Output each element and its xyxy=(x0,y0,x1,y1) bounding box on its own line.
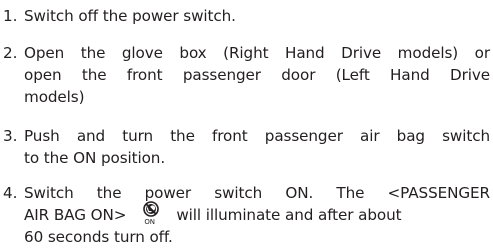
step-2-line-3: models) xyxy=(24,88,85,106)
step-2-text: Open the glove box (Right Hand Drive mod… xyxy=(24,42,490,108)
indicator-on-label: ON xyxy=(144,218,155,226)
step-1-line-1: Switch off the power switch. xyxy=(24,7,236,25)
step-1-number: 1. xyxy=(3,7,18,25)
step-3-text: Push and turn the front passenger air ba… xyxy=(24,125,490,169)
step-2-line-2: open the front passenger door (Left Hand… xyxy=(24,66,490,84)
step-2-line-1: Open the glove box (Right Hand Drive mod… xyxy=(24,44,490,62)
step-3-number: 3. xyxy=(3,127,18,145)
step-4-line-2-start: AIR BAG ON> xyxy=(24,206,127,224)
step-1-text: Switch off the power switch. xyxy=(24,5,490,27)
step-4-number: 4. xyxy=(3,184,18,202)
airbag-indicator-glyph xyxy=(143,201,160,217)
step-4-line-1: Switch the power switch ON. The <PASSENG… xyxy=(24,184,490,202)
step-4-text: Switch the power switch ON. The <PASSENG… xyxy=(24,182,490,248)
step-3-line-2: to the ON position. xyxy=(24,149,166,167)
step-4-line-2: AIR BAG ON> ON will illuminate and after … xyxy=(24,201,490,226)
step-4-line-3: 60 seconds turn off. xyxy=(24,228,173,246)
passenger-airbag-on-icon: ON xyxy=(136,201,168,226)
step-4-line-2-end: will illuminate and after about xyxy=(176,206,402,224)
step-3-line-1: Push and turn the front passenger air ba… xyxy=(24,127,490,145)
step-2-number: 2. xyxy=(3,44,18,62)
